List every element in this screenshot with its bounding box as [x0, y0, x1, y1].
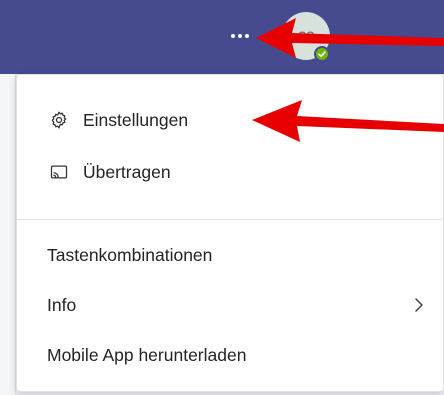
more-options-button[interactable]	[226, 24, 254, 48]
menu-item-label: Info	[47, 294, 77, 315]
presence-available-icon	[314, 46, 330, 62]
menu-divider	[17, 219, 443, 220]
settings-more-menu: Einstellungen Übertragen Tastenkombinati…	[16, 74, 444, 392]
menu-item-label: Übertragen	[83, 161, 171, 182]
menu-item-keyboard-shortcuts[interactable]: Tastenkombinationen	[17, 232, 443, 278]
avatar-initials: CS	[297, 29, 315, 43]
menu-item-label: Tastenkombinationen	[47, 244, 213, 265]
title-bar: CS	[0, 0, 444, 74]
menu-item-label: Einstellungen	[83, 109, 189, 130]
menu-item-label: Mobile App herunterladen	[47, 344, 247, 365]
menu-item-cast[interactable]: Übertragen	[17, 149, 443, 195]
more-dot	[245, 34, 249, 38]
teams-screen: CS Einstellungen Übertragen Tastenkombin…	[0, 0, 444, 395]
background-panel	[0, 74, 16, 395]
menu-item-settings[interactable]: Einstellungen	[17, 97, 443, 143]
chevron-right-icon	[409, 295, 429, 315]
menu-item-download-mobile-app[interactable]: Mobile App herunterladen	[17, 332, 443, 378]
menu-item-info[interactable]: Info	[17, 282, 443, 328]
more-dot	[238, 34, 242, 38]
more-dot	[231, 34, 235, 38]
gear-icon	[47, 108, 71, 132]
cast-icon	[47, 160, 71, 184]
